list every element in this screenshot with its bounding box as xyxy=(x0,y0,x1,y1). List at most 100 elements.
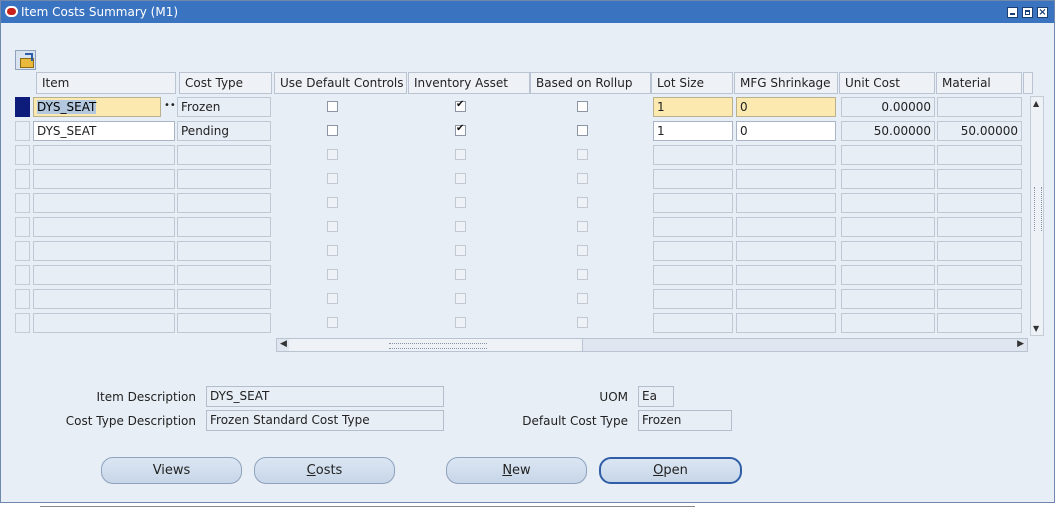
item-field[interactable] xyxy=(33,169,175,189)
based-on-rollup-checkbox[interactable] xyxy=(577,173,588,184)
scroll-left-icon[interactable]: ◀ xyxy=(280,339,287,349)
use-default-controls-checkbox[interactable] xyxy=(327,173,338,184)
cost-type-field[interactable]: Pending xyxy=(177,121,271,141)
cost-type-field[interactable] xyxy=(177,289,271,309)
unit-cost-field[interactable] xyxy=(841,241,935,261)
row-selector[interactable] xyxy=(15,217,30,237)
inventory-asset-checkbox[interactable] xyxy=(455,149,466,160)
use-default-controls-checkbox[interactable] xyxy=(327,317,338,328)
material-field[interactable] xyxy=(937,169,1022,189)
based-on-rollup-checkbox[interactable] xyxy=(577,149,588,160)
use-default-controls-checkbox[interactable] xyxy=(327,125,338,136)
cost-type-description-field[interactable]: Frozen Standard Cost Type xyxy=(206,410,444,431)
inventory-asset-checkbox[interactable] xyxy=(455,173,466,184)
unit-cost-field[interactable] xyxy=(841,193,935,213)
based-on-rollup-checkbox[interactable] xyxy=(577,101,588,112)
material-field[interactable] xyxy=(937,289,1022,309)
use-default-controls-checkbox[interactable] xyxy=(327,245,338,256)
use-default-controls-checkbox[interactable] xyxy=(327,197,338,208)
item-field[interactable]: DYS_SEAT xyxy=(33,97,161,117)
material-field[interactable] xyxy=(937,145,1022,165)
lot-size-field[interactable] xyxy=(653,289,733,309)
scroll-up-icon[interactable]: ▲ xyxy=(1033,99,1039,108)
based-on-rollup-checkbox[interactable] xyxy=(577,317,588,328)
uom-field[interactable]: Ea xyxy=(638,386,674,407)
unit-cost-field[interactable] xyxy=(841,217,935,237)
horizontal-scrollbar[interactable]: ◀ ▶ xyxy=(276,338,1028,352)
mfg-shrinkage-field[interactable]: 0 xyxy=(736,121,836,141)
lot-size-field[interactable] xyxy=(653,313,733,333)
mfg-shrinkage-field[interactable] xyxy=(736,193,836,213)
item-description-field[interactable]: DYS_SEAT xyxy=(206,386,444,407)
based-on-rollup-checkbox[interactable] xyxy=(577,269,588,280)
unit-cost-field[interactable] xyxy=(841,265,935,285)
use-default-controls-checkbox[interactable] xyxy=(327,269,338,280)
inventory-asset-checkbox[interactable] xyxy=(455,221,466,232)
based-on-rollup-checkbox[interactable] xyxy=(577,293,588,304)
item-field[interactable] xyxy=(33,145,175,165)
cost-type-field[interactable] xyxy=(177,217,271,237)
cost-type-field[interactable]: Frozen xyxy=(177,97,271,117)
row-selector[interactable] xyxy=(15,121,30,141)
row-selector[interactable] xyxy=(15,169,30,189)
based-on-rollup-checkbox[interactable] xyxy=(577,197,588,208)
row-selector[interactable] xyxy=(15,265,30,285)
material-field[interactable] xyxy=(937,97,1022,117)
row-selector[interactable] xyxy=(15,313,30,333)
item-field[interactable] xyxy=(33,193,175,213)
costs-button[interactable]: Costs xyxy=(254,457,395,484)
lot-size-field[interactable]: 1 xyxy=(653,121,733,141)
open-button[interactable]: Open xyxy=(599,457,742,484)
material-field[interactable]: 50.00000 xyxy=(937,121,1022,141)
mfg-shrinkage-field[interactable] xyxy=(736,265,836,285)
row-selector[interactable] xyxy=(15,145,30,165)
mfg-shrinkage-field[interactable] xyxy=(736,217,836,237)
mfg-shrinkage-field[interactable] xyxy=(736,313,836,333)
use-default-controls-checkbox[interactable] xyxy=(327,221,338,232)
scroll-down-icon[interactable]: ▼ xyxy=(1033,324,1039,333)
open-folder-icon[interactable] xyxy=(15,50,36,70)
inventory-asset-checkbox[interactable] xyxy=(455,197,466,208)
scroll-right-icon[interactable]: ▶ xyxy=(1017,339,1024,349)
lot-size-field[interactable] xyxy=(653,145,733,165)
scroll-grip-icon[interactable] xyxy=(1034,187,1042,231)
cost-type-field[interactable] xyxy=(177,193,271,213)
inventory-asset-checkbox[interactable] xyxy=(455,245,466,256)
item-field[interactable] xyxy=(33,265,175,285)
lot-size-field[interactable] xyxy=(653,169,733,189)
based-on-rollup-checkbox[interactable] xyxy=(577,221,588,232)
unit-cost-field[interactable] xyxy=(841,313,935,333)
unit-cost-field[interactable] xyxy=(841,289,935,309)
unit-cost-field[interactable] xyxy=(841,169,935,189)
row-selector[interactable] xyxy=(15,97,30,117)
use-default-controls-checkbox[interactable] xyxy=(327,101,338,112)
inventory-asset-checkbox[interactable] xyxy=(455,317,466,328)
views-button[interactable]: Views xyxy=(101,457,242,484)
inventory-asset-checkbox[interactable] xyxy=(455,99,466,112)
cost-type-field[interactable] xyxy=(177,265,271,285)
vertical-scrollbar[interactable]: ▲ ▼ xyxy=(1030,96,1044,336)
mfg-shrinkage-field[interactable] xyxy=(736,169,836,189)
material-field[interactable] xyxy=(937,241,1022,261)
based-on-rollup-checkbox[interactable] xyxy=(577,125,588,136)
row-selector[interactable] xyxy=(15,289,30,309)
item-field[interactable]: DYS_SEAT xyxy=(33,121,175,141)
cost-type-field[interactable] xyxy=(177,313,271,333)
lot-size-field[interactable] xyxy=(653,265,733,285)
unit-cost-field[interactable]: 50.00000 xyxy=(841,121,935,141)
item-field[interactable] xyxy=(33,313,175,333)
material-field[interactable] xyxy=(937,217,1022,237)
mfg-shrinkage-field[interactable] xyxy=(736,241,836,261)
mfg-shrinkage-field[interactable]: 0 xyxy=(736,97,836,117)
material-field[interactable] xyxy=(937,313,1022,333)
inventory-asset-checkbox[interactable] xyxy=(455,269,466,280)
item-field[interactable] xyxy=(33,241,175,261)
material-field[interactable] xyxy=(937,193,1022,213)
use-default-controls-checkbox[interactable] xyxy=(327,293,338,304)
material-field[interactable] xyxy=(937,265,1022,285)
row-selector[interactable] xyxy=(15,193,30,213)
item-field[interactable] xyxy=(33,289,175,309)
minimize-icon[interactable] xyxy=(1007,7,1018,18)
unit-cost-field[interactable]: 0.00000 xyxy=(841,97,935,117)
maximize-icon[interactable] xyxy=(1022,7,1033,18)
